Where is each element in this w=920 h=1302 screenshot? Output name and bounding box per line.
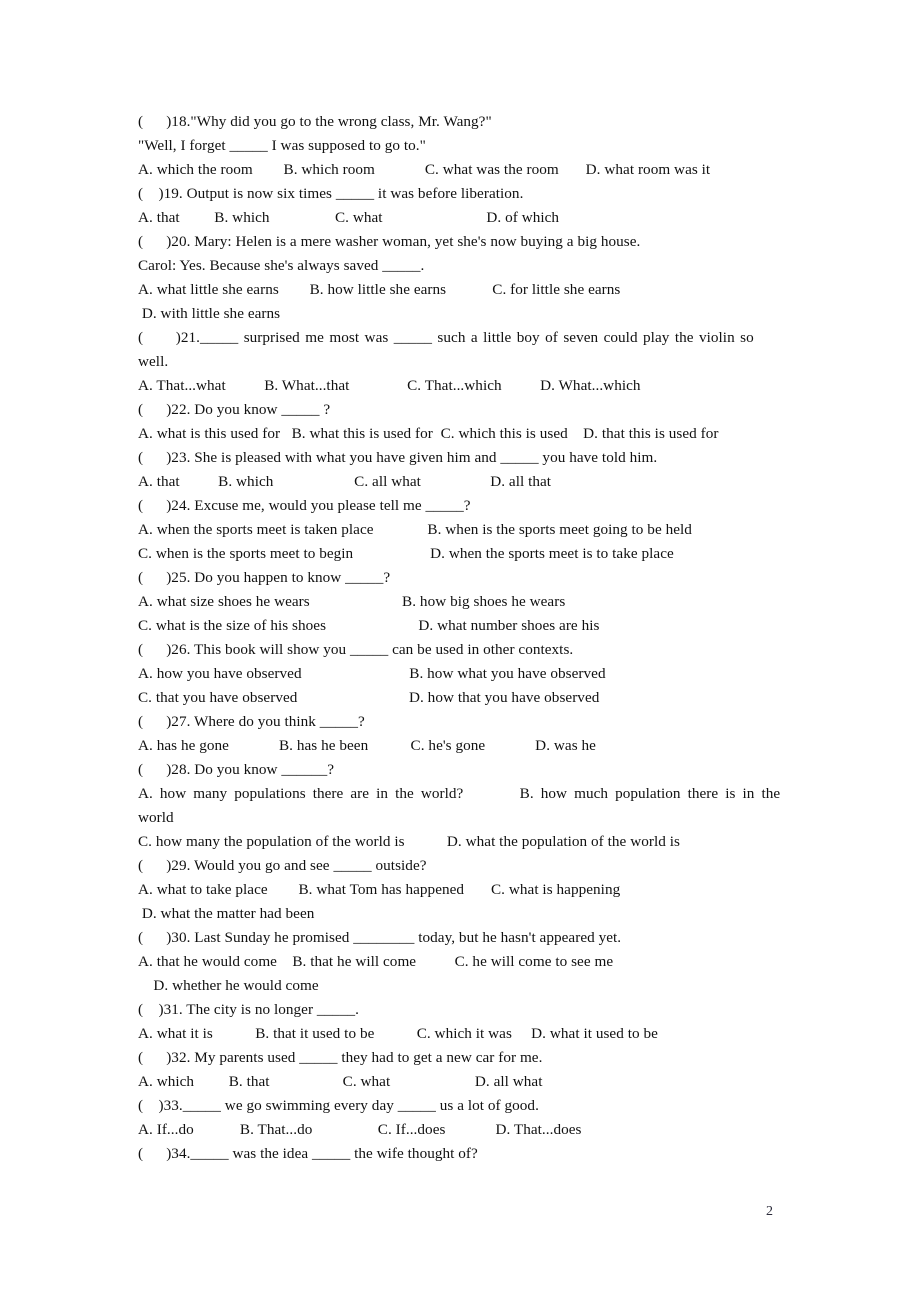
options-line: A. that B. which C. all what D. all that	[138, 473, 552, 490]
options-line: A. what size shoes he wears B. how big s…	[138, 593, 566, 610]
options-line: C. what is the size of his shoes D. what…	[138, 617, 600, 634]
options-line: A. what to take place B. what Tom has ha…	[138, 881, 621, 898]
question-line: ( )20. Mary: Helen is a mere washer woma…	[138, 233, 641, 250]
question-line: ( )19. Output is now six times _____ it …	[138, 185, 524, 202]
question-line: ( )33._____ we go swimming every day ___…	[138, 1097, 539, 1114]
question-line: ( )34._____ was the idea _____ the wife …	[138, 1145, 478, 1162]
question-line-continuation: well.	[138, 353, 169, 370]
question-line: ( )31. The city is no longer _____.	[138, 1001, 359, 1018]
question-line: ( )21._____ surprised me most was _____ …	[138, 329, 754, 346]
question-line: ( )24. Excuse me, would you please tell …	[138, 497, 471, 514]
options-line: A. That...what B. What...that C. That...…	[138, 377, 641, 394]
question-line: "Well, I forget _____ I was supposed to …	[138, 137, 426, 154]
question-line: ( )23. She is pleased with what you have…	[138, 449, 658, 466]
options-line: A. what is this used for B. what this is…	[138, 425, 719, 442]
options-line: D. what the matter had been	[138, 905, 315, 922]
question-line: ( )28. Do you know ______?	[138, 761, 335, 778]
question-line: ( )18."Why did you go to the wrong class…	[138, 113, 492, 130]
options-line: D. whether he would come	[138, 977, 319, 994]
options-line: A. If...do B. That...do C. If...does D. …	[138, 1121, 582, 1138]
options-line: D. with little she earns	[138, 305, 281, 322]
options-line: A. that he would come B. that he will co…	[138, 953, 614, 970]
options-line-continuation: world	[138, 809, 174, 826]
options-line: A. what it is B. that it used to be C. w…	[138, 1025, 658, 1042]
options-line: A. that B. which C. what D. of which	[138, 209, 560, 226]
question-line: ( )22. Do you know _____ ?	[138, 401, 331, 418]
options-line: A. when the sports meet is taken place B…	[138, 521, 692, 538]
options-line: A. what little she earns B. how little s…	[138, 281, 621, 298]
page-number: 2	[766, 1204, 773, 1219]
question-line: ( )26. This book will show you _____ can…	[138, 641, 574, 658]
document-page: ( )18."Why did you go to the wrong class…	[0, 0, 920, 1302]
exercise-question-list: ( )18."Why did you go to the wrong class…	[138, 110, 784, 1166]
question-line: ( )30. Last Sunday he promised ________ …	[138, 929, 622, 946]
question-line: Carol: Yes. Because she's always saved _…	[138, 257, 425, 274]
question-line: ( )25. Do you happen to know _____?	[138, 569, 391, 586]
options-line: C. that you have observed D. how that yo…	[138, 689, 600, 706]
options-line: A. has he gone B. has he been C. he's go…	[138, 737, 596, 754]
question-line: ( )29. Would you go and see _____ outsid…	[138, 857, 427, 874]
options-line: C. how many the population of the world …	[138, 833, 680, 850]
options-line: A. which B. that C. what D. all what	[138, 1073, 543, 1090]
question-line: ( )27. Where do you think _____?	[138, 713, 365, 730]
options-line: A. how you have observed B. how what you…	[138, 665, 606, 682]
options-line: A. how many populations there are in the…	[138, 785, 781, 802]
question-line: ( )32. My parents used _____ they had to…	[138, 1049, 543, 1066]
options-line: A. which the room B. which room C. what …	[138, 161, 711, 178]
options-line: C. when is the sports meet to begin D. w…	[138, 545, 674, 562]
